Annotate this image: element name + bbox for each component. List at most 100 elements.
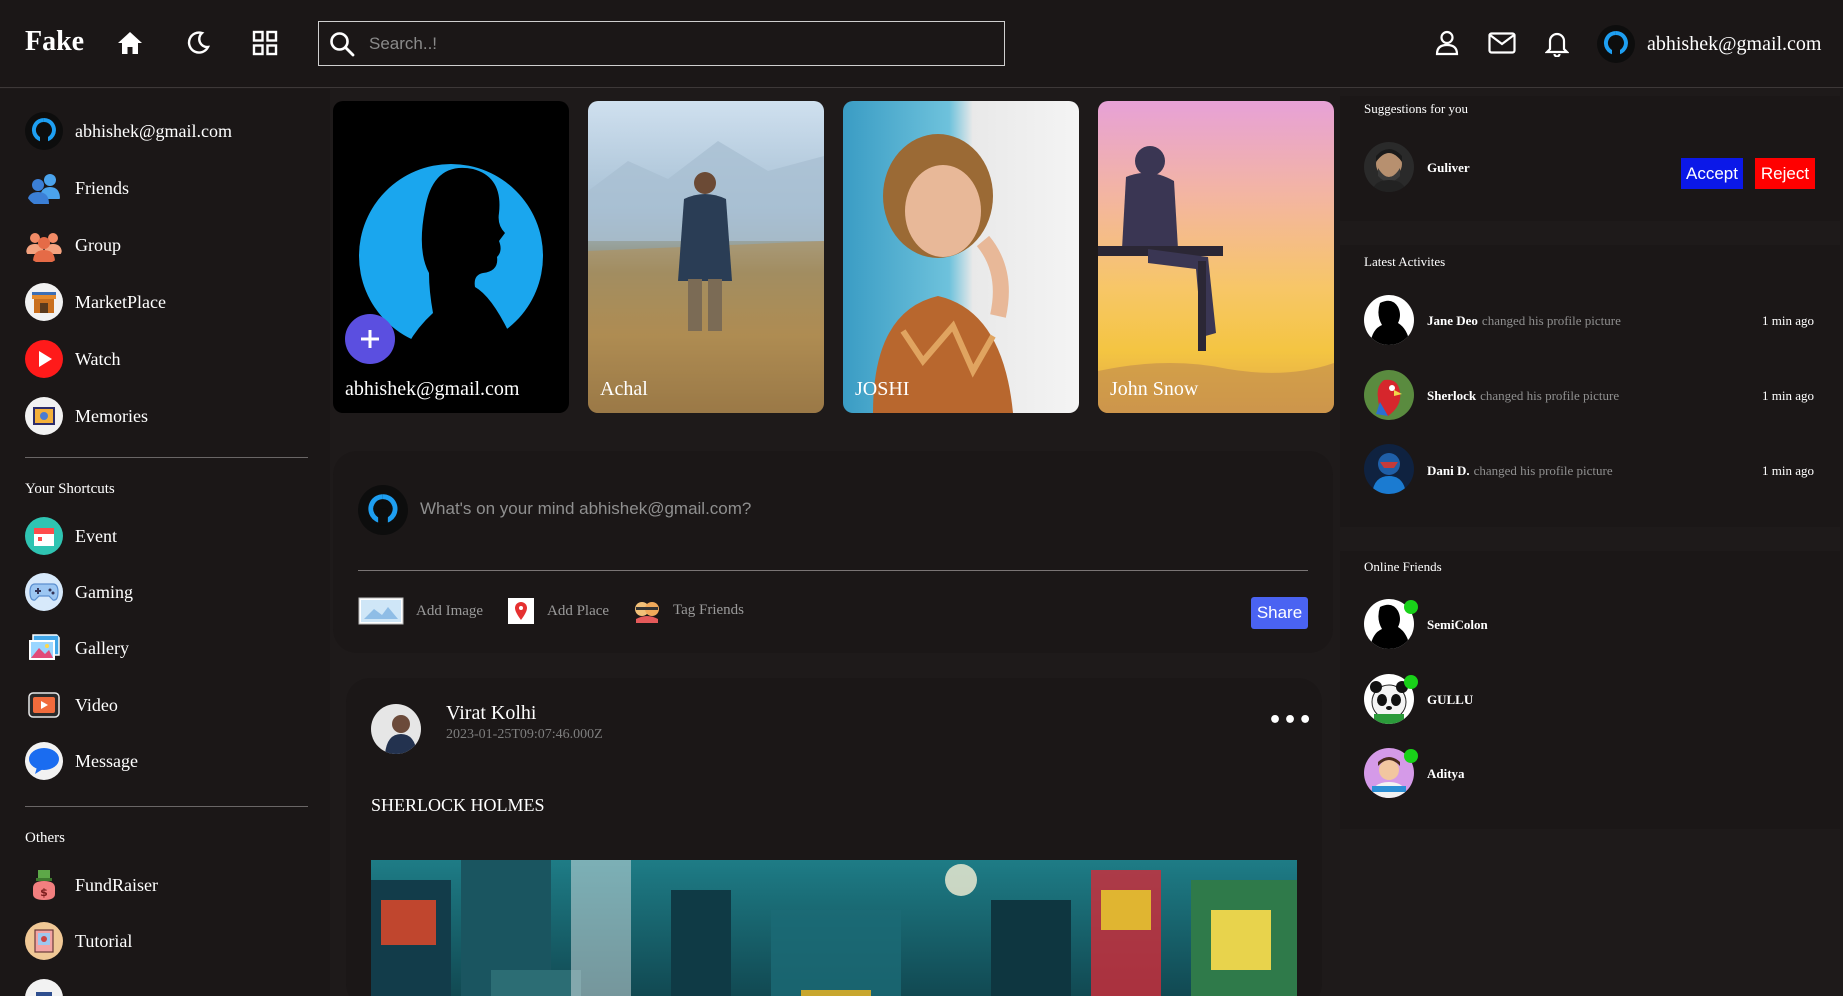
story-image [1098,146,1334,413]
online-status-indicator [1404,675,1418,689]
composer-input[interactable]: What's on your mind abhishek@gmail.com? [420,499,751,519]
sidebar-divider [25,806,308,807]
story-card-own[interactable]: abhishek@gmail.com [333,101,569,413]
sidebar-item-message[interactable]: Message [25,741,138,781]
gaming-icon [25,573,63,611]
story-name: John Snow [1110,378,1199,400]
story-image [359,164,543,413]
story-card[interactable]: John Snow [1098,101,1334,413]
home-icon[interactable] [115,28,145,58]
suggestion-name[interactable]: Guliver [1427,160,1470,176]
search-bar[interactable] [318,21,1005,66]
activity-item[interactable]: Jane Deo changed his profile picture [1427,313,1621,329]
activity-time: 1 min ago [1762,313,1814,328]
avatar [371,704,421,754]
sidebar-item-memories[interactable]: Memories [25,396,148,436]
avatar [1364,295,1414,345]
image-icon [358,597,404,625]
story-name: abhishek@gmail.com [345,378,520,400]
avatar [358,485,408,535]
add-place-label: Add Place [547,602,610,619]
others-heading: Others [25,830,65,846]
bell-icon[interactable] [1542,28,1572,58]
grid-icon[interactable] [250,28,280,58]
sidebar-item-tutorial[interactable]: Tutorial [25,921,132,961]
left-sidebar: abhishek@gmail.com Friends Group MarketP… [0,89,330,996]
post-menu-icon[interactable]: ••• [1268,708,1313,733]
activity-item[interactable]: Sherlock changed his profile picture [1427,388,1619,404]
sidebar-item-gallery[interactable]: Gallery [25,628,129,668]
composer-divider [358,570,1308,571]
sidebar-item-friends[interactable]: Friends [25,168,129,208]
more-icon [25,979,63,996]
reject-button[interactable]: Reject [1755,158,1815,189]
activity-action: changed his profile picture [1480,388,1620,403]
user-icon[interactable] [1432,28,1462,58]
sidebar-item-label: Group [75,234,121,255]
sidebar-item-gaming[interactable]: Gaming [25,572,133,612]
add-story-button[interactable] [345,314,395,364]
sidebar-item-label: FundRaiser [75,874,158,895]
online-status-indicator [1404,600,1418,614]
online-friend-name[interactable]: GULLU [1427,692,1473,708]
tag-friends-icon [635,602,659,623]
watch-icon [25,340,63,378]
online-friends-panel: Online Friends SemiColon GULLU Aditya [1340,551,1840,829]
app-logo[interactable]: Fake [25,26,84,58]
post-text: SHERLOCK HOLMES [371,795,545,815]
add-place-button[interactable]: Add Place [507,597,609,625]
map-pin-icon [508,598,534,624]
sidebar-item-label: MarketPlace [75,291,166,312]
add-image-button[interactable]: Add Image [358,597,483,625]
sidebar-item-group[interactable]: Group [25,225,121,265]
sidebar-item-fundraiser[interactable]: $ FundRaiser [25,865,158,905]
mail-icon[interactable] [1487,28,1517,58]
add-image-label: Add Image [416,602,484,619]
story-image [588,141,824,413]
sidebar-item-more[interactable] [25,978,63,996]
activity-time: 1 min ago [1762,463,1814,478]
story-card[interactable]: JOSHI [843,101,1079,413]
online-status-indicator [1404,749,1418,763]
header-profile[interactable]: abhishek@gmail.com [1597,25,1822,63]
sidebar-item-video[interactable]: Video [25,685,118,725]
share-button[interactable]: Share [1251,597,1308,629]
sidebar-profile-label: abhishek@gmail.com [75,120,233,141]
activity-name: Dani D. [1427,463,1470,478]
sidebar-profile[interactable]: abhishek@gmail.com [25,111,232,151]
plus-icon [361,330,379,348]
avatar [1364,444,1414,494]
sidebar-divider [25,457,308,458]
tag-friends-button[interactable]: Tag Friends [633,597,744,623]
activity-action: changed his profile picture [1481,313,1621,328]
sidebar-item-watch[interactable]: Watch [25,339,121,379]
online-friend-name[interactable]: SemiColon [1427,617,1488,633]
marketplace-icon [25,283,63,321]
event-icon [25,517,63,555]
sidebar-item-marketplace[interactable]: MarketPlace [25,282,166,322]
online-friends-title: Online Friends [1364,559,1442,574]
moon-icon[interactable] [183,28,213,58]
sidebar-item-label: Tutorial [75,930,133,951]
post-author[interactable]: Virat Kolhi [446,702,536,725]
avatar [1597,25,1635,63]
group-icon [25,226,63,264]
sidebar-item-event[interactable]: Event [25,516,117,556]
header-user-email: abhishek@gmail.com [1647,32,1822,55]
sidebar-item-label: Watch [75,348,121,369]
sidebar-item-label: Message [75,750,138,771]
post-image [371,860,1297,996]
memories-icon [25,397,63,435]
message-icon [25,742,63,780]
story-card[interactable]: Achal [588,101,824,413]
sidebar-item-label: Memories [75,405,148,426]
accept-button[interactable]: Accept [1681,158,1743,189]
sidebar-item-label: Gallery [75,637,129,658]
activity-item[interactable]: Dani D. changed his profile picture [1427,463,1613,479]
activities-title: Latest Activites [1364,254,1446,269]
online-friend-name[interactable]: Aditya [1427,766,1465,782]
sidebar-item-label: Event [75,525,117,546]
search-input[interactable] [369,33,969,54]
activity-name: Sherlock [1427,388,1477,403]
avatar [1364,142,1414,192]
